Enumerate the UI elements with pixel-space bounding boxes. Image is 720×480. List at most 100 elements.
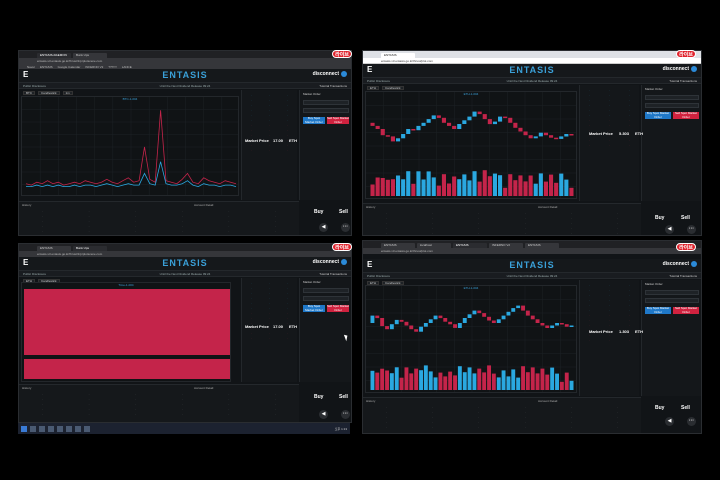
asset-select[interactable]: ETH <box>367 85 379 90</box>
price-input[interactable] <box>303 296 349 301</box>
chart-fill-upper <box>24 289 230 355</box>
speaker-icon[interactable]: ◀ <box>665 417 674 426</box>
candle-chart[interactable]: Time-1-004 <box>21 282 231 382</box>
taskbar-app-icon[interactable] <box>30 425 36 432</box>
disconnect-button[interactable]: disconnect <box>313 71 339 77</box>
candle <box>554 137 559 140</box>
speaker-icon[interactable]: ◀ <box>319 410 328 419</box>
tutorial-transactions-links[interactable]: Tutorial Transactions <box>319 84 347 88</box>
candle <box>477 111 482 115</box>
speaker-icon[interactable]: ◀ <box>319 223 328 232</box>
disconnect-button[interactable]: disconnect <box>663 261 689 267</box>
order-book-row: · · · <box>250 119 289 122</box>
amount-input[interactable] <box>645 290 699 295</box>
volume-bar <box>401 179 406 196</box>
volume-bar <box>411 183 416 196</box>
more-icon[interactable]: ··· <box>341 223 350 232</box>
bookmark[interactable]: LANCE <box>122 65 132 69</box>
candle <box>457 124 462 129</box>
price-input[interactable] <box>645 103 699 108</box>
disconnect-button[interactable]: disconnect <box>663 66 689 72</box>
volume-bar <box>421 179 426 196</box>
price-input[interactable] <box>303 108 349 113</box>
interval-select[interactable]: 1m <box>62 90 73 95</box>
more-icon[interactable]: ··· <box>341 410 350 419</box>
tutorial-transactions-links[interactable]: Tutorial Transactions <box>669 274 697 278</box>
more-icon[interactable]: ··· <box>687 417 696 426</box>
market-price-value: 17.00 <box>273 138 284 143</box>
buy-order-button[interactable]: Buy Spot Market Order <box>303 117 325 124</box>
candle-chart[interactable]: ETH-1-004 <box>365 91 577 199</box>
buy-order-button[interactable]: Buy Spot Market Order <box>645 307 671 314</box>
sell-order-button[interactable]: Sell Spot Market Order <box>673 112 699 119</box>
candle <box>423 323 428 327</box>
tutorial-transactions-links[interactable]: Tutorial Transactions <box>669 79 697 83</box>
start-icon[interactable] <box>21 425 27 432</box>
chart-type-select[interactable]: Candlestick <box>382 280 404 285</box>
amount-input[interactable] <box>645 95 699 100</box>
buy-tab[interactable]: Buy <box>314 209 323 215</box>
candle <box>436 115 441 118</box>
wallet-icon <box>341 259 347 265</box>
buy-tab[interactable]: Buy <box>314 394 323 400</box>
price-input[interactable] <box>645 298 699 303</box>
sell-order-button[interactable]: Sell Spot Market Order <box>327 117 349 124</box>
taskbar-app-icon[interactable] <box>57 425 63 432</box>
candle <box>416 125 421 131</box>
amount-input[interactable] <box>303 288 349 293</box>
taskbar-app-icon[interactable] <box>39 425 45 432</box>
candle <box>540 323 545 326</box>
taskbar-app-icon[interactable] <box>84 425 90 432</box>
tutorial-transactions-links[interactable]: Tutorial Transactions <box>319 272 347 276</box>
sell-tab[interactable]: Sell <box>339 209 348 215</box>
window-top-left: ENTASIS-DAEMON Bunk Ups entasis-v3.entas… <box>18 50 352 236</box>
chart-type-select[interactable]: Candlestick <box>382 85 404 90</box>
sell-tab[interactable]: Sell <box>681 215 690 221</box>
table-row: · · · · · · <box>41 403 277 406</box>
table-row: · · · · · · <box>41 215 277 218</box>
candle <box>549 135 554 138</box>
chart-type-select[interactable]: Candlestick <box>38 90 60 95</box>
amount-input[interactable] <box>303 100 349 105</box>
history-table: History Account Detail · · · · · · · · · · · · · · · · ·… <box>19 384 299 422</box>
taskbar-app-icon[interactable] <box>48 425 54 432</box>
asset-select[interactable]: ETH <box>367 280 379 285</box>
buy-order-button[interactable]: Buy Spot Market Order <box>303 305 325 312</box>
candle-chart-svg <box>366 286 576 392</box>
bookmark[interactable]: Google Calendar <box>58 65 81 69</box>
more-icon[interactable]: ··· <box>687 225 696 234</box>
volume-bar <box>503 187 508 196</box>
order-book-row: · · · <box>250 104 289 107</box>
price-chart[interactable]: BTC-1-004 <box>21 96 239 196</box>
buy-tab[interactable]: Buy <box>655 405 664 411</box>
chart-title: ETH-1-004 <box>463 92 479 96</box>
bookmark[interactable]: INFERNO V2 <box>85 65 103 69</box>
browser-tabbar: ENTASIS <box>363 51 701 58</box>
volume-bar <box>399 377 404 390</box>
order-book-row: · · · <box>250 302 289 305</box>
order-title: Market Order <box>303 92 321 96</box>
candle <box>467 116 472 121</box>
candle <box>462 318 467 323</box>
buy-order-button[interactable]: Buy Spot Market Order <box>645 112 671 119</box>
buy-tab[interactable]: Buy <box>655 215 664 221</box>
candle <box>394 319 399 325</box>
speaker-icon[interactable]: ◀ <box>665 225 674 234</box>
candle <box>426 119 431 123</box>
sell-tab[interactable]: Sell <box>681 405 690 411</box>
address-bar[interactable]: entasis.v3.entasis.go.kr/thrust/plot.com <box>363 248 701 254</box>
bookmark[interactable]: ENTASIS <box>40 65 53 69</box>
volume-bar <box>533 183 538 196</box>
bookmark[interactable]: Naver <box>27 65 35 69</box>
asset-select[interactable]: BTC <box>23 90 35 95</box>
candle-chart[interactable]: ETH-1-004 <box>365 285 577 393</box>
disconnect-button[interactable]: disconnect <box>313 259 339 265</box>
sell-order-button[interactable]: Sell Spot Market Order <box>673 307 699 314</box>
taskbar-app-icon[interactable] <box>66 425 72 432</box>
candle <box>564 324 569 327</box>
order-book-row: · · · <box>250 99 289 102</box>
sell-tab[interactable]: Sell <box>339 394 348 400</box>
taskbar-app-icon[interactable] <box>75 425 81 432</box>
bookmark[interactable]: ??!!!!!! <box>108 65 116 69</box>
sell-order-button[interactable]: Sell Spot Market Order <box>327 305 349 312</box>
